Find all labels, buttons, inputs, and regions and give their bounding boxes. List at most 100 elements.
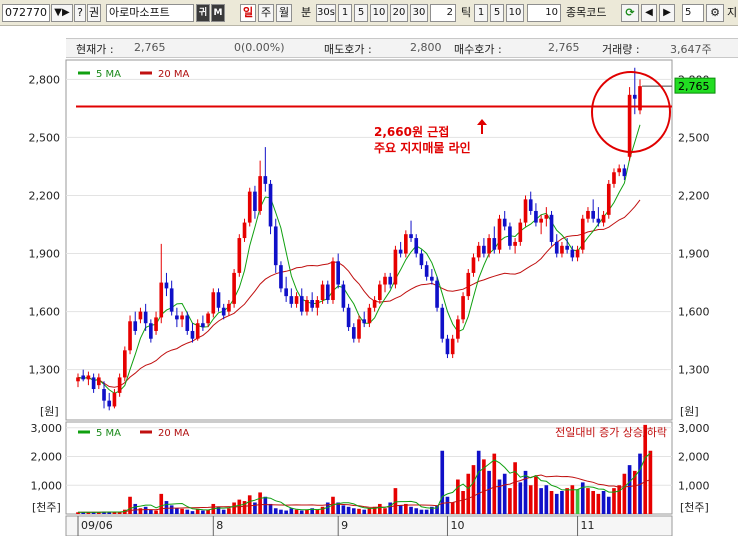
volume-bar [419,509,424,514]
candle-body [253,191,257,211]
bid-price: 2,765 [548,41,580,54]
next-arrow-icon[interactable]: ▶ [659,4,675,22]
volume-bar [133,503,138,514]
candle-body [560,245,564,254]
candle-up [123,346,127,382]
volume-bar [143,506,148,514]
candle-body [268,183,273,227]
volume-bar [227,508,231,514]
candle-body [367,307,372,324]
prev-arrow-icon[interactable]: ◀ [641,4,657,22]
quote-info-bar: 현재가 : 2,765 0(0.00%) 매도호가 : 2,800 매수호가 :… [66,38,738,58]
tick-value-input[interactable]: 10 [527,4,561,22]
volume-bar [549,491,554,514]
minute-value-input[interactable]: 2 [430,4,456,22]
candle-body [143,311,148,324]
volume-bar [247,495,252,514]
candle-body [596,218,601,223]
vol-ma20-legend-label: 20 MA [158,428,190,439]
candle-body [190,330,195,339]
tick-10-button[interactable]: 10 [506,4,524,22]
refresh-icon[interactable]: ⟳ [621,4,639,22]
volume-bar [471,465,476,514]
minute-1-button[interactable]: 1 [338,4,352,22]
minute-30s-button[interactable]: 30s [316,4,336,22]
candle-body [414,238,419,254]
price-unit-left: [원] [40,405,59,418]
candle-down [346,303,351,331]
period-week-button[interactable]: 주 [258,4,274,22]
y-tick-label: 1,900 [29,248,61,261]
candle-body [508,226,512,246]
volume-bar [544,485,549,514]
candle-body [315,300,320,308]
candle-body [325,284,330,300]
ma5-legend-label: 5 MA [96,69,121,80]
settings-gear-icon[interactable]: ⚙ [706,4,724,22]
minute-5-button[interactable]: 5 [354,4,368,22]
candle-body [175,315,179,320]
volume-bar [450,502,455,514]
stock-name-field[interactable]: 아로마소프트 [106,4,194,22]
volume-bar [201,510,205,514]
volume-bar [268,503,273,514]
code-dropdown-button[interactable]: ▼▶ [51,4,73,22]
tick-1-button[interactable]: 1 [474,4,488,22]
candle-body [227,303,231,312]
count-input[interactable]: 5 [682,4,704,22]
candle-down [440,303,445,343]
candle-body [404,234,408,254]
volume-bar [284,510,288,514]
tick-label: 틱 [461,6,472,19]
vol-y-tick-label: 2,000 [678,451,710,464]
tick-5-button[interactable]: 5 [490,4,504,22]
ma20-legend-label: 20 MA [158,69,190,80]
candle-body [466,272,471,297]
candle-body [206,313,210,324]
stock-code-input[interactable]: 072770 [2,4,50,22]
candle-body [549,214,554,242]
volume-bar [377,503,382,514]
minute-30-button[interactable]: 30 [410,4,428,22]
volume-bar [362,509,367,514]
volume-legend-note: 전일대비 증가 상승/하락 [555,425,667,439]
ask-label: 매도호가 : [324,43,372,56]
candle-body [149,323,153,339]
candle-body [96,377,101,386]
minute-10-button[interactable]: 10 [370,4,388,22]
support-annotation-line1: 2,660원 근접 [374,125,449,139]
candle-body [502,218,507,227]
candle-body [107,400,112,407]
candle-body [461,296,465,320]
menu-button[interactable]: M [211,4,225,22]
candle-body [242,222,247,239]
volume-bar [456,479,460,514]
volume-bar [502,473,507,514]
candle-body [424,265,429,277]
y-tick-label: 2,500 [678,131,710,144]
volume-bar [596,493,601,514]
candle-body [539,218,543,223]
volume-bar [279,509,283,514]
vol-y-tick-label: 1,000 [31,479,63,492]
help-button[interactable]: ? [74,4,86,22]
mode-button[interactable]: 귀 [196,4,210,22]
x-tick-label: 11 [581,519,595,532]
candle-body [341,284,346,308]
candle-body [305,300,309,312]
candle-body [279,265,283,289]
candle-body [294,296,299,304]
candle-body [123,350,127,378]
period-day-button[interactable]: 일 [240,4,256,22]
minute-20-button[interactable]: 20 [390,4,408,22]
volume-bar [393,488,398,514]
candle-body [632,94,637,99]
volume-bar [539,488,543,514]
candle-body [185,315,190,331]
rights-button[interactable]: 권 [87,4,101,22]
period-month-button[interactable]: 월 [276,4,292,22]
volume-bar [367,508,372,514]
candle-body [497,218,502,250]
candle-body [617,168,622,173]
candle-down [435,276,439,312]
